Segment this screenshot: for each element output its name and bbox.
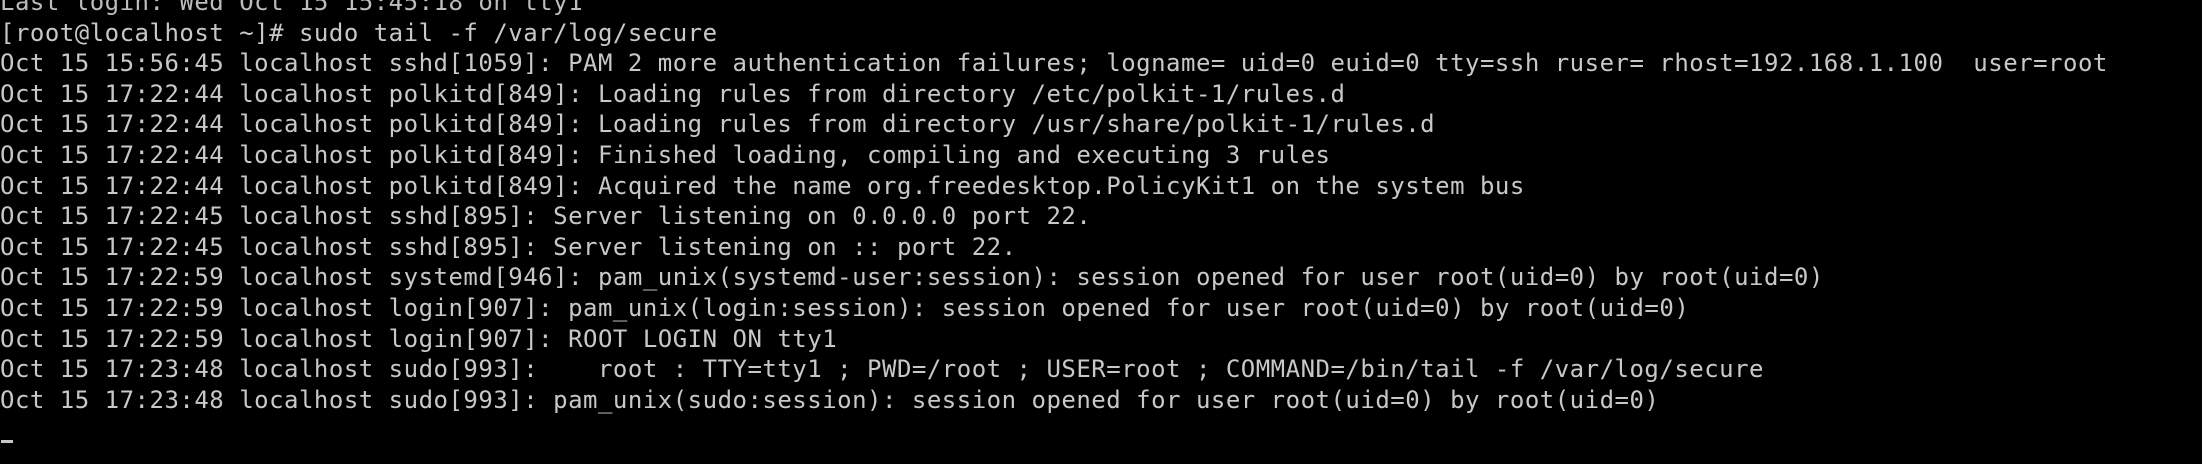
log-line: Oct 15 17:22:44 localhost polkitd[849]: …: [0, 110, 1436, 139]
log-line: Oct 15 17:22:44 localhost polkitd[849]: …: [0, 171, 1525, 200]
cursor-line: [0, 415, 2108, 446]
command-prompt-line: [root@localhost ~]# sudo tail -f /var/lo…: [0, 18, 718, 47]
log-line: Oct 15 17:22:45 localhost sshd[895]: Ser…: [0, 232, 1017, 261]
terminal-console[interactable]: Last login: Wed Oct 15 15:45:18 on tty1 …: [0, 0, 2202, 464]
log-line: Oct 15 17:22:45 localhost sshd[895]: Ser…: [0, 202, 1092, 231]
log-line: Oct 15 15:56:45 localhost sshd[1059]: PA…: [0, 49, 2108, 78]
terminal-output: Last login: Wed Oct 15 15:45:18 on tty1 …: [0, 0, 2108, 446]
log-line: Oct 15 17:22:59 localhost login[907]: pa…: [0, 293, 1690, 322]
log-line: Oct 15 17:23:48 localhost sudo[993]: pam…: [0, 385, 1660, 414]
log-line: Oct 15 17:22:44 localhost polkitd[849]: …: [0, 140, 1331, 169]
log-line: Oct 15 17:23:48 localhost sudo[993]: roo…: [0, 355, 1765, 384]
last-login-line: Last login: Wed Oct 15 15:45:18 on tty1: [0, 0, 584, 16]
text-cursor: [1, 440, 13, 444]
log-line: Oct 15 17:22:59 localhost login[907]: RO…: [0, 324, 838, 353]
log-line: Oct 15 17:22:44 localhost polkitd[849]: …: [0, 79, 1346, 108]
log-line: Oct 15 17:22:59 localhost systemd[946]: …: [0, 263, 1824, 292]
